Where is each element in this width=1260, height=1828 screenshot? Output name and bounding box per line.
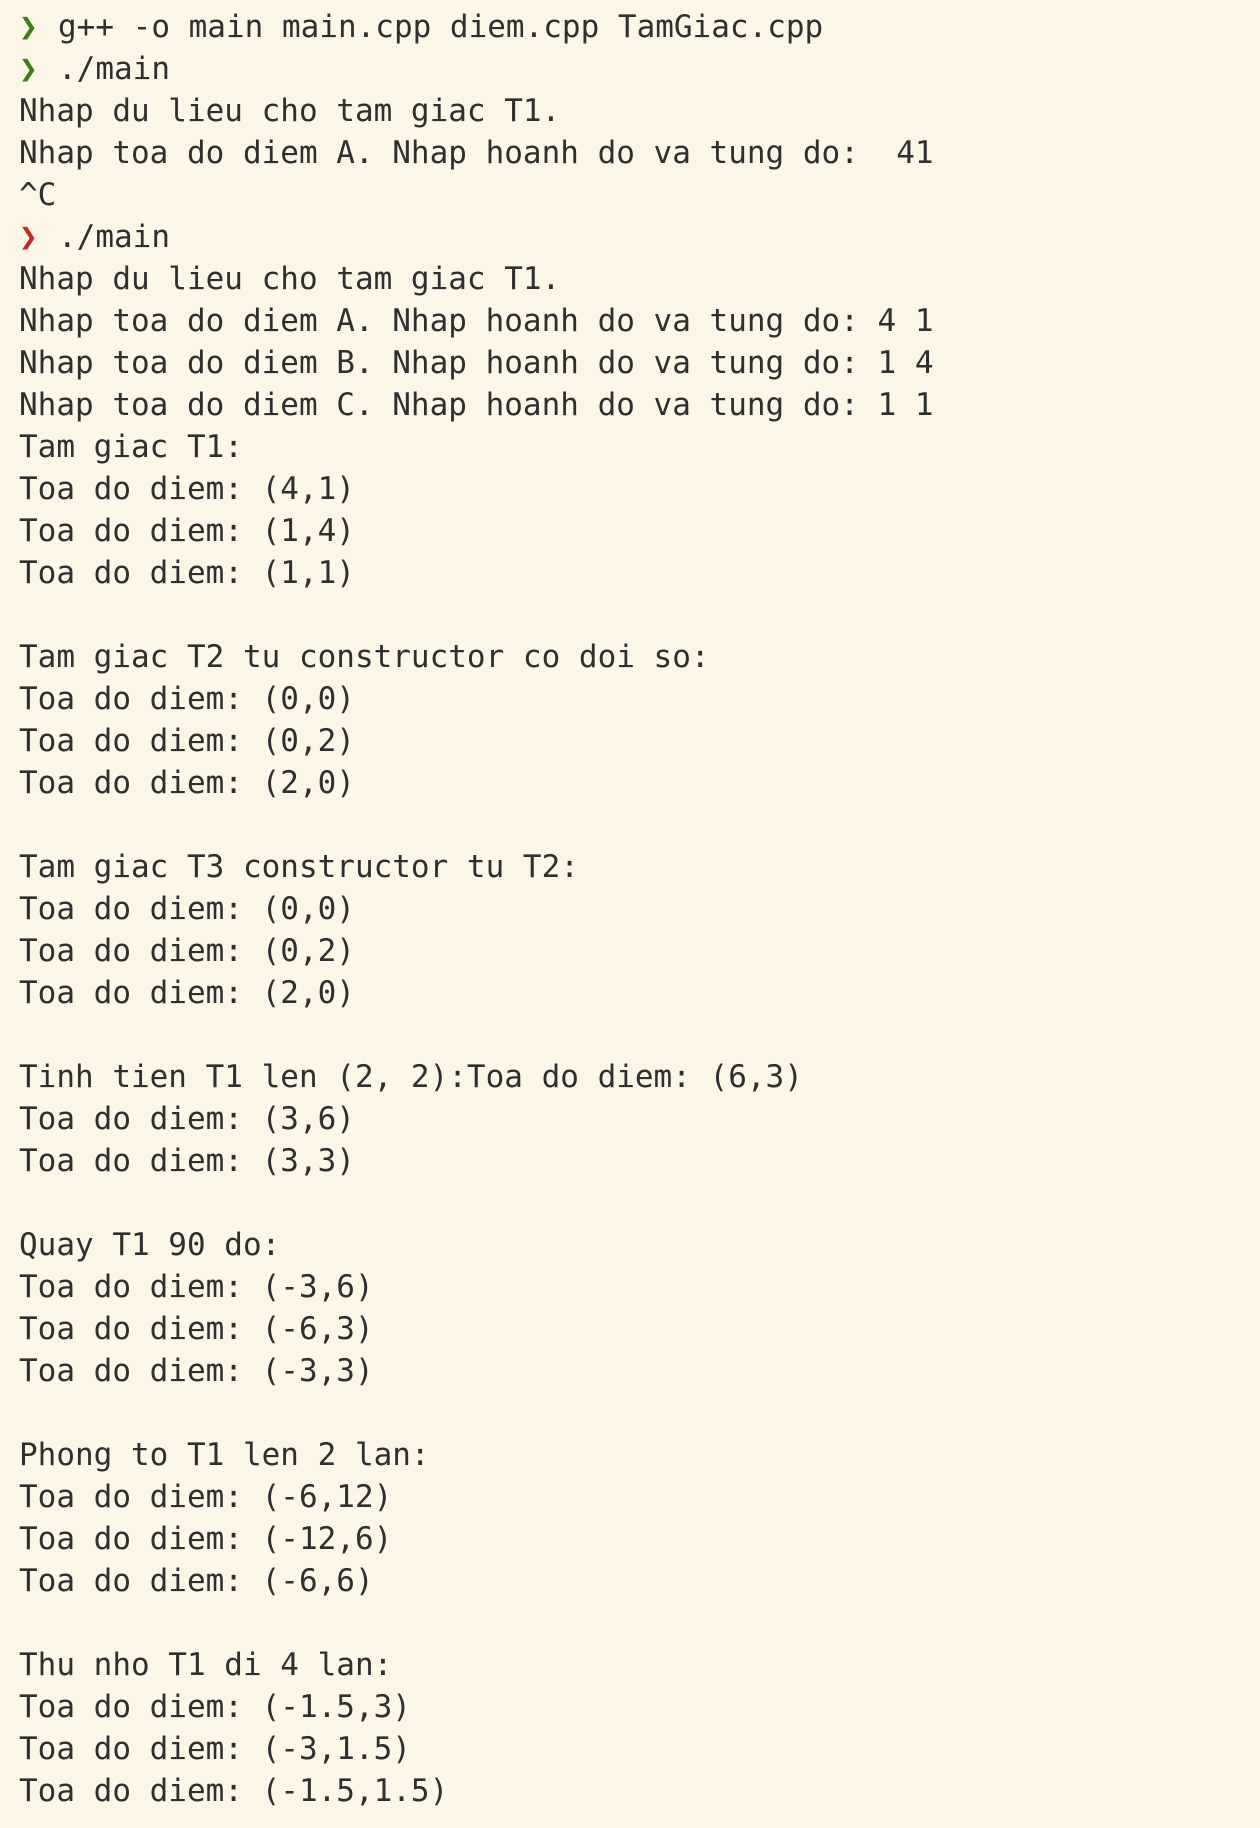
output-line: Toa do diem: (-12,6) [19, 1521, 393, 1557]
output-line: Toa do diem: (-3,3) [19, 1353, 374, 1389]
output-line: Toa do diem: (-3,1.5) [19, 1731, 411, 1767]
output-line: Tam giac T3 constructor tu T2: [19, 849, 579, 885]
output-line: Nhap du lieu cho tam giac T1. [19, 93, 561, 129]
output-line: Toa do diem: (3,3) [19, 1143, 355, 1179]
output-line: Toa do diem: (-3,6) [19, 1269, 374, 1305]
output-line: Toa do diem: (0,0) [19, 891, 355, 927]
output-line: Thu nho T1 di 4 lan: [19, 1647, 393, 1683]
output-line: Toa do diem: (4,1) [19, 471, 355, 507]
output-line: Toa do diem: (3,6) [19, 1101, 355, 1137]
output-line: Toa do diem: (0,0) [19, 681, 355, 717]
command-text: ./main [58, 219, 170, 255]
output-line: Toa do diem: (-6,3) [19, 1311, 374, 1347]
output-line: Tinh tien T1 len (2, 2):Toa do diem: (6,… [19, 1059, 803, 1095]
output-line: Tam giac T2 tu constructor co doi so: [19, 639, 710, 675]
output-line: Toa do diem: (-1.5,3) [19, 1689, 411, 1725]
output-line: Nhap du lieu cho tam giac T1. [19, 261, 561, 297]
output-line: Quay T1 90 do: [19, 1227, 281, 1263]
output-line: ^C [19, 177, 57, 213]
output-line: Toa do diem: (-6,12) [19, 1479, 393, 1515]
output-line: Toa do diem: (1,4) [19, 513, 355, 549]
output-line: Tam giac T1: [19, 429, 243, 465]
output-line: Phong to T1 len 2 lan: [19, 1437, 430, 1473]
command-line: ❯ ./main [19, 216, 1260, 258]
output-line: Toa do diem: (1,1) [19, 555, 355, 591]
command-text: g++ -o main main.cpp diem.cpp TamGiac.cp… [58, 9, 824, 45]
prompt-error-icon: ❯ [19, 219, 38, 255]
prompt-success-icon: ❯ [19, 51, 38, 87]
output-line: Toa do diem: (-6,6) [19, 1563, 374, 1599]
command-line: ❯ g++ -o main main.cpp diem.cpp TamGiac.c… [19, 6, 1260, 48]
output-line: Nhap toa do diem B. Nhap hoanh do va tun… [19, 345, 934, 381]
output-line: Nhap toa do diem A. Nhap hoanh do va tun… [19, 303, 934, 339]
output-line: Nhap toa do diem A. Nhap hoanh do va tun… [19, 135, 934, 171]
output-line: Toa do diem: (2,0) [19, 975, 355, 1011]
terminal-output[interactable]: ❯ g++ -o main main.cpp diem.cpp TamGiac.c… [0, 0, 1260, 1828]
command-text: ./main [58, 51, 170, 87]
output-line: Toa do diem: (-1.5,1.5) [19, 1773, 449, 1809]
output-line: Toa do diem: (2,0) [19, 765, 355, 801]
output-line: Toa do diem: (0,2) [19, 723, 355, 759]
command-line: ❯ ./main [19, 48, 1260, 90]
output-line: Toa do diem: (0,2) [19, 933, 355, 969]
prompt-success-icon: ❯ [19, 9, 38, 45]
output-line: Nhap toa do diem C. Nhap hoanh do va tun… [19, 387, 934, 423]
